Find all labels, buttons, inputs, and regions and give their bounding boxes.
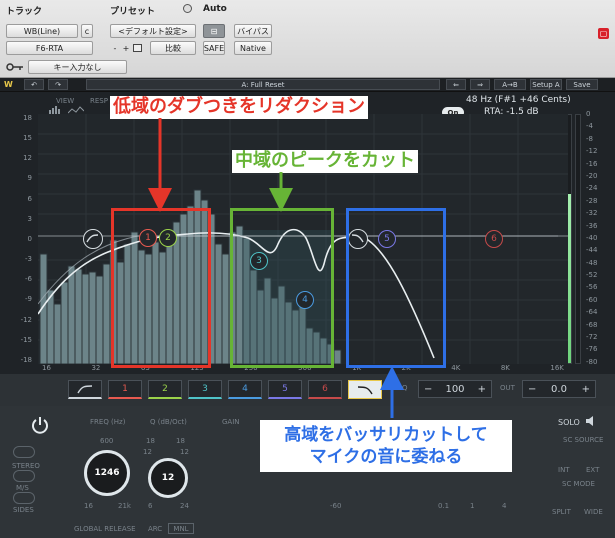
annotation-arrows xyxy=(148,118,404,418)
